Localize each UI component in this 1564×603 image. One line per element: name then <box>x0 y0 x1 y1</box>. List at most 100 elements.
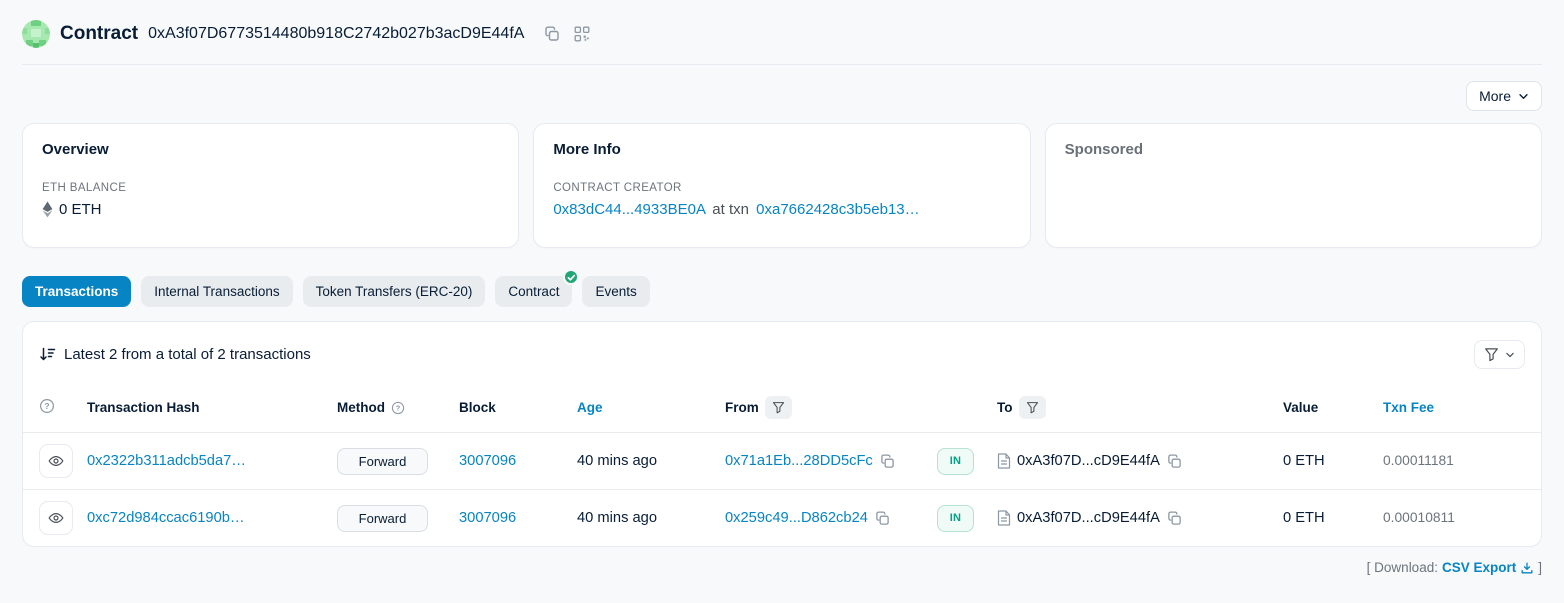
contract-page: Contract 0xA3f07D6773514480b918C2742b027… <box>0 0 1564 575</box>
copy-from-button[interactable] <box>879 453 896 470</box>
col-age-toggle[interactable]: Age <box>577 400 603 415</box>
creation-txn-link[interactable]: 0xa7662428c3b5eb13… <box>756 201 919 218</box>
from-address-link[interactable]: 0x71a1Eb...28DD5cFc <box>725 453 873 469</box>
more-info-title: More Info <box>553 141 1010 158</box>
txn-value: 0 ETH <box>1283 510 1325 526</box>
header-divider <box>22 64 1542 65</box>
summary-cards: Overview ETH BALANCE 0 ETH More Info CON… <box>22 123 1542 248</box>
to-address: 0xA3f07D...cD9E44fA <box>1017 510 1160 526</box>
tab-events[interactable]: Events <box>582 276 649 307</box>
copy-to-button[interactable] <box>1166 453 1183 470</box>
download-icon <box>1520 561 1534 575</box>
chevron-down-icon <box>1518 91 1529 102</box>
txn-hash-link[interactable]: 0xc72d984ccac6190b… <box>87 510 245 526</box>
table-filter-button[interactable] <box>1474 340 1525 369</box>
table-toolbar: Latest 2 from a total of 2 transactions <box>23 322 1541 383</box>
actions-row: More <box>22 81 1542 111</box>
block-link[interactable]: 3007096 <box>459 453 516 469</box>
chevron-down-icon <box>1505 350 1515 360</box>
download-row: [ Download: CSV Export ] <box>22 560 1542 575</box>
txn-age: 40 mins ago <box>577 510 657 526</box>
download-suffix: ] <box>1538 560 1542 575</box>
tab-bar: Transactions Internal Transactions Token… <box>22 276 1542 307</box>
transactions-table: ? Transaction Hash Method ? Block Age <box>23 383 1541 546</box>
copy-icon <box>880 454 895 469</box>
copy-address-button[interactable] <box>542 24 562 44</box>
txn-hash-link[interactable]: 0x2322b311adcb5da7… <box>87 453 246 469</box>
from-filter-button[interactable] <box>765 396 792 419</box>
tab-internal-transactions-label: Internal Transactions <box>154 284 279 299</box>
more-dropdown-button[interactable]: More <box>1466 81 1542 111</box>
ethereum-icon <box>42 201 53 218</box>
method-help-icon[interactable]: ? <box>391 401 405 415</box>
transactions-summary: Latest 2 from a total of 2 transactions <box>64 346 311 363</box>
tab-internal-transactions[interactable]: Internal Transactions <box>141 276 292 307</box>
qr-code-button[interactable] <box>572 24 592 44</box>
page-title: Contract <box>60 23 138 45</box>
col-value: Value <box>1275 383 1375 433</box>
col-method: Method <box>337 400 385 415</box>
overview-card: Overview ETH BALANCE 0 ETH <box>22 123 519 248</box>
csv-export-link[interactable]: CSV Export <box>1442 560 1534 575</box>
to-address: 0xA3f07D...cD9E44fA <box>1017 453 1160 469</box>
contract-file-icon <box>997 510 1011 526</box>
creator-address-link[interactable]: 0x83dC44...4933BE0A <box>553 201 705 218</box>
eth-balance-label: ETH BALANCE <box>42 182 499 194</box>
col-transaction-hash: Transaction Hash <box>79 383 329 433</box>
transactions-panel: Latest 2 from a total of 2 transactions <box>22 321 1542 547</box>
eth-balance-value: 0 ETH <box>59 201 102 218</box>
from-address-link[interactable]: 0x259c49...D862cb24 <box>725 510 868 526</box>
col-txn-fee-toggle[interactable]: Txn Fee <box>1383 400 1434 415</box>
contract-address: 0xA3f07D6773514480b918C2742b027b3acD9E44… <box>148 25 524 43</box>
sort-descending-icon <box>39 346 56 363</box>
tab-contract[interactable]: Contract <box>495 276 572 307</box>
direction-badge: IN <box>937 448 974 475</box>
sponsored-card: Sponsored <box>1045 123 1542 248</box>
qr-code-icon <box>574 26 590 42</box>
more-info-card: More Info CONTRACT CREATOR 0x83dC44...49… <box>533 123 1030 248</box>
txn-fee: 0.00010811 <box>1383 510 1455 525</box>
copy-icon <box>1167 511 1182 526</box>
tab-transactions-label: Transactions <box>35 284 118 299</box>
direction-badge: IN <box>937 505 974 532</box>
svg-text:?: ? <box>44 401 49 411</box>
sponsored-title: Sponsored <box>1065 141 1522 158</box>
copy-icon <box>1167 454 1182 469</box>
eye-icon <box>48 510 64 526</box>
more-dropdown-label: More <box>1479 88 1511 104</box>
method-badge[interactable]: Forward <box>337 448 428 475</box>
to-filter-button[interactable] <box>1019 396 1046 419</box>
creator-connector-text: at txn <box>712 201 749 218</box>
download-prefix: [ Download: <box>1367 560 1438 575</box>
transaction-row: 0xc72d984ccac6190b… Forward 3007096 40 m… <box>23 490 1541 547</box>
svg-text:?: ? <box>396 403 401 412</box>
contract-creator-label: CONTRACT CREATOR <box>553 182 1010 194</box>
copy-icon <box>544 26 560 42</box>
csv-export-label: CSV Export <box>1442 560 1516 575</box>
tab-transactions[interactable]: Transactions <box>22 276 131 307</box>
table-header-row: ? Transaction Hash Method ? Block Age <box>23 383 1541 433</box>
funnel-icon <box>1484 347 1499 362</box>
col-to: To <box>997 400 1013 415</box>
col-block: Block <box>451 383 569 433</box>
row-help-icon[interactable]: ? <box>39 398 55 414</box>
txn-value: 0 ETH <box>1283 453 1325 469</box>
tab-token-transfers-label: Token Transfers (ERC-20) <box>316 284 473 299</box>
verified-check-icon <box>563 269 579 285</box>
overview-title: Overview <box>42 141 499 158</box>
preview-txn-button[interactable] <box>39 444 73 478</box>
eth-balance-row: 0 ETH <box>42 201 499 218</box>
contract-creator-row: 0x83dC44...4933BE0A at txn 0xa7662428c3b… <box>553 201 1010 218</box>
txn-fee: 0.00011181 <box>1383 453 1454 468</box>
preview-txn-button[interactable] <box>39 501 73 535</box>
tab-contract-label: Contract <box>508 284 559 299</box>
copy-to-button[interactable] <box>1166 510 1183 527</box>
page-header: Contract 0xA3f07D6773514480b918C2742b027… <box>22 0 1542 48</box>
copy-from-button[interactable] <box>874 510 891 527</box>
contract-file-icon <box>997 453 1011 469</box>
method-badge[interactable]: Forward <box>337 505 428 532</box>
txn-age: 40 mins ago <box>577 453 657 469</box>
tab-token-transfers[interactable]: Token Transfers (ERC-20) <box>303 276 486 307</box>
block-link[interactable]: 3007096 <box>459 510 516 526</box>
eye-icon <box>48 453 64 469</box>
